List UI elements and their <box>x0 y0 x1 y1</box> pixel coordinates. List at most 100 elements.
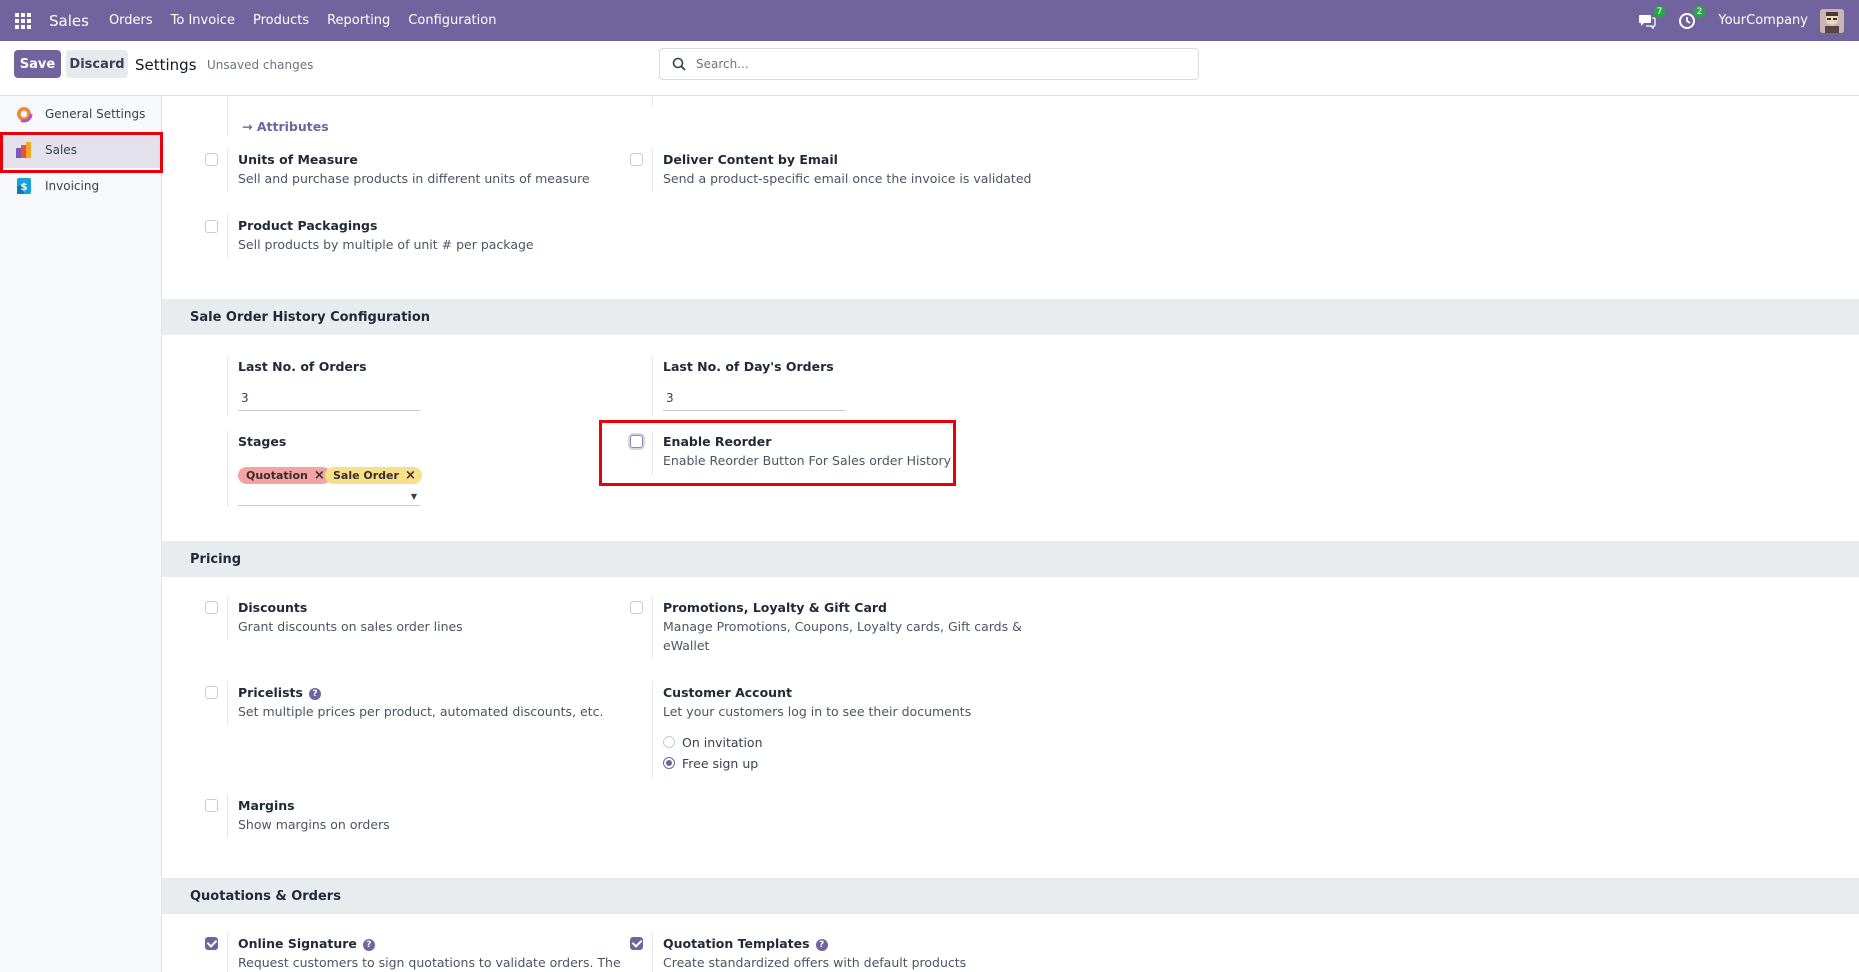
menu-reporting[interactable]: Reporting <box>327 13 390 28</box>
help-tooltip-icon[interactable]: ? <box>308 688 321 700</box>
divider <box>227 794 228 838</box>
uom-title: Units of Measure <box>238 152 358 167</box>
customer-account-title: Customer Account <box>663 685 792 700</box>
stage-tag-quotation: Quotation × <box>238 467 331 484</box>
sidebar-item-label: General Settings <box>45 107 146 121</box>
company-switcher[interactable]: YourCompany <box>1718 13 1808 28</box>
radio-on-invitation-label: On invitation <box>682 735 763 750</box>
divider <box>227 356 228 416</box>
attributes-link[interactable]: → Attributes <box>242 119 329 134</box>
pricelists-description: Set multiple prices per product, automat… <box>238 704 604 719</box>
quotation-templates-title: Quotation Templates? <box>663 936 828 951</box>
highlight-sales-sidebar <box>0 132 163 173</box>
search-input[interactable] <box>696 57 1176 71</box>
navbar-systray: 7 2 YourCompany <box>1638 0 1844 41</box>
save-button[interactable]: Save <box>14 50 61 78</box>
caret-down-icon: ▼ <box>410 492 417 501</box>
pricelists-checkbox[interactable] <box>205 686 218 699</box>
section-header-quotations: Quotations & Orders <box>162 878 1859 914</box>
unsaved-changes-indicator: Unsaved changes <box>207 58 314 72</box>
search-box[interactable] <box>659 48 1199 80</box>
divider <box>227 431 228 507</box>
promotions-description-cont: eWallet <box>663 638 710 653</box>
divider <box>652 96 653 106</box>
online-signature-description: Request customers to sign quotations to … <box>238 955 621 970</box>
svg-text:$: $ <box>21 182 28 193</box>
last-orders-label: Last No. of Orders <box>238 359 367 374</box>
remove-tag-icon[interactable]: × <box>405 468 416 483</box>
online-signature-title: Online Signature? <box>238 936 375 951</box>
last-days-orders-input[interactable]: 3 <box>663 391 845 411</box>
quotation-templates-checkbox[interactable] <box>630 937 643 950</box>
uom-description: Sell and purchase products in different … <box>238 171 590 186</box>
radio-free-sign-up[interactable] <box>663 757 675 769</box>
help-tooltip-icon[interactable]: ? <box>815 939 828 951</box>
odoo-settings-icon <box>15 105 33 123</box>
packagings-description: Sell products by multiple of unit # per … <box>238 237 534 252</box>
activities-button[interactable]: 2 <box>1678 5 1706 30</box>
quotation-templates-description: Create standardized offers with default … <box>663 955 967 970</box>
remove-tag-icon[interactable]: × <box>314 468 325 483</box>
help-tooltip-icon[interactable]: ? <box>362 939 375 951</box>
search-icon <box>672 57 686 71</box>
discard-button[interactable]: Discard <box>66 50 128 78</box>
sidebar-item-label: Invoicing <box>45 179 100 193</box>
radio-free-sign-up-label: Free sign up <box>682 756 759 771</box>
packagings-checkbox[interactable] <box>205 220 218 233</box>
sidebar-item-invoicing[interactable]: $ Invoicing <box>0 168 161 204</box>
discounts-description: Grant discounts on sales order lines <box>238 619 463 634</box>
user-avatar[interactable] <box>1820 8 1844 33</box>
promotions-checkbox[interactable] <box>630 601 643 614</box>
divider <box>227 681 228 725</box>
divider <box>227 148 228 192</box>
arrow-right-icon: → <box>242 119 257 134</box>
last-days-orders-label: Last No. of Day's Orders <box>663 359 834 374</box>
divider <box>227 214 228 258</box>
margins-description: Show margins on orders <box>238 817 390 832</box>
customer-account-description: Let your customers log in to see their d… <box>663 704 972 719</box>
radio-on-invitation[interactable] <box>663 736 675 748</box>
menu-to-invoice[interactable]: To Invoice <box>171 13 235 28</box>
apps-menu-icon[interactable] <box>15 12 31 29</box>
menu-orders[interactable]: Orders <box>109 13 153 28</box>
promotions-title: Promotions, Loyalty & Gift Card <box>663 600 887 615</box>
settings-content: → Attributes Units of Measure Sell and p… <box>162 96 1859 972</box>
messages-badge: 7 <box>1653 5 1666 18</box>
divider <box>652 596 653 658</box>
discounts-title: Discounts <box>238 600 308 615</box>
activities-badge: 2 <box>1693 5 1706 18</box>
uom-checkbox[interactable] <box>205 153 218 166</box>
section-header-pricing: Pricing <box>162 541 1859 577</box>
divider <box>652 681 653 778</box>
stages-dropdown[interactable]: ▼ <box>238 490 420 506</box>
deliver-content-checkbox[interactable] <box>630 153 643 166</box>
divider <box>652 356 653 416</box>
app-brand[interactable]: Sales <box>49 12 89 30</box>
menu-products[interactable]: Products <box>253 13 309 28</box>
menu-configuration[interactable]: Configuration <box>408 13 496 28</box>
invoicing-app-icon: $ <box>17 178 31 194</box>
control-panel: Save Discard Settings Unsaved changes <box>0 41 1859 96</box>
divider <box>652 148 653 192</box>
margins-checkbox[interactable] <box>205 799 218 812</box>
top-navbar: Sales Orders To Invoice Products Reporti… <box>0 0 1859 41</box>
deliver-content-title: Deliver Content by Email <box>663 152 838 167</box>
avatar-face-icon <box>1820 8 1844 33</box>
promotions-description: Manage Promotions, Coupons, Loyalty card… <box>663 619 1022 634</box>
pricelists-title: Pricelists? <box>238 685 321 700</box>
discounts-checkbox[interactable] <box>205 601 218 614</box>
divider <box>227 596 228 640</box>
divider <box>652 932 653 972</box>
online-signature-checkbox[interactable] <box>205 937 218 950</box>
last-orders-input[interactable]: 3 <box>238 391 420 411</box>
highlight-enable-reorder <box>599 420 956 486</box>
messages-button[interactable]: 7 <box>1638 5 1666 30</box>
margins-title: Margins <box>238 798 295 813</box>
divider <box>227 96 228 136</box>
stages-label: Stages <box>238 434 287 449</box>
main-menu: Orders To Invoice Products Reporting Con… <box>109 13 515 28</box>
stage-tag-sale-order: Sale Order × <box>325 467 422 484</box>
divider <box>227 932 228 972</box>
sidebar-item-general-settings[interactable]: General Settings <box>0 96 161 132</box>
deliver-content-description: Send a product-specific email once the i… <box>663 171 1032 186</box>
